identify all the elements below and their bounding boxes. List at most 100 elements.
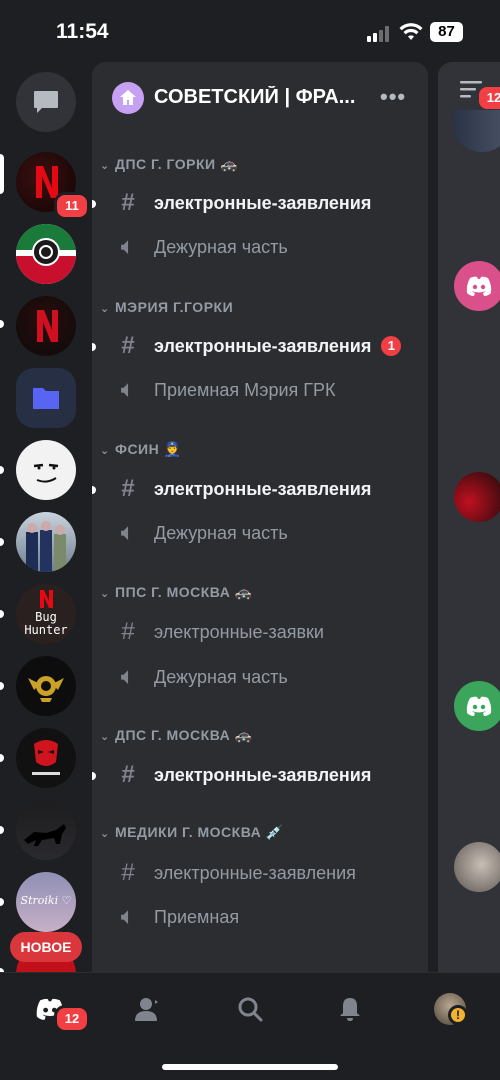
unread-indicator [0,754,4,762]
channel-name: электронные-заявления [154,764,372,785]
chevron-down-icon: ⌄ [100,303,110,315]
hash-icon: # [121,475,135,502]
unread-indicator [0,826,4,834]
server-name: СОВЕТСКИЙ | ФРА... [154,86,356,108]
channel-voice[interactable]: 🔈︎ Дежурная часть [112,657,422,697]
unread-indicator [92,772,96,780]
bell-icon [340,998,360,1021]
channel-name: электронные-заявления [154,192,372,213]
channel-name: электронные-заявления [154,335,372,356]
search-icon [238,997,263,1022]
cellular-signal-icon [367,26,391,42]
hash-icon: # [121,618,135,645]
category-header[interactable]: ⌄ ДПС Г. ГОРКИ 🚓 [100,156,238,173]
folder-icon [33,388,59,409]
category-title: МЭРИЯ Г.ГОРКИ [115,299,234,315]
channel-text[interactable]: # электронные-заявления [112,755,422,795]
category-header[interactable]: ⌄ МЭРИЯ Г.ГОРКИ [100,299,233,315]
channel-voice[interactable]: 🔈︎ Дежурная часть [112,227,422,267]
server-stroiki[interactable]: Stroiki ♡ [16,872,76,932]
unread-indicator [92,200,96,208]
unread-indicator [0,898,4,906]
home-indicator [162,1064,338,1070]
avatar [452,110,500,152]
channel-voice[interactable]: 🔈︎ Дежурная часть [112,513,422,553]
unread-indicator [0,610,4,618]
direct-messages-button[interactable] [16,72,76,132]
channel-name: электронные-заявки [154,621,324,642]
channel-name: Дежурная часть [154,236,288,257]
speaker-icon: 🔈︎ [120,519,136,546]
wifi-icon [399,23,423,40]
category-header[interactable]: ⌄ МЕДИКИ Г. МОСКВА 💉 [100,824,284,841]
tab-notifications[interactable] [330,989,370,1029]
red-mask-icon [32,740,60,775]
server-unread-badge: 11 [54,192,90,220]
category-title: ДПС Г. ГОРКИ 🚓 [115,156,238,172]
unread-indicator [0,466,4,474]
notification-badge: 12 [476,84,500,112]
server-red-mask[interactable] [16,728,76,788]
unread-indicator [92,343,96,351]
discord-logo-icon [466,696,492,716]
server-chechen-flag[interactable] [16,224,76,284]
notification-badge: 12 [54,1005,90,1033]
speaker-icon: 🔈︎ [120,376,136,403]
category-header[interactable]: ⌄ ФСИН 👮 [100,441,182,458]
avatar [454,842,500,892]
selected-server-pill [0,154,4,194]
server-wolf[interactable] [16,800,76,860]
server-gold-emblem[interactable] [16,656,76,716]
unread-indicator [0,320,4,328]
chat-peek[interactable]: 12 [438,62,500,972]
chevron-down-icon: ⌄ [100,731,110,743]
unread-indicator [92,486,96,494]
status-bar: 11:54 87 [0,0,500,62]
speaker-icon: 🔈︎ [120,663,136,690]
wolf-icon [24,824,66,846]
server-rail: 11 Bug Hunter Stroiki ♡ [0,62,92,972]
unread-indicator [0,682,4,690]
server-bug-hunter[interactable]: Bug Hunter [16,584,76,644]
stroiki-label: Stroiki ♡ [20,894,72,907]
officers-photo-icon [26,521,66,572]
channel-text[interactable]: # электронные-заявки [112,612,422,652]
mention-badge: 1 [381,336,402,356]
bug-hunter-label: Hunter [24,623,68,637]
channel-text[interactable]: # электронные-заявления [112,469,422,509]
channel-name: Дежурная часть [154,666,288,687]
server-face[interactable] [16,440,76,500]
avatar [454,472,500,522]
face-avatar-icon [33,463,59,483]
channel-text[interactable]: # электронные-заявления [112,183,422,223]
chevron-down-icon: ⌄ [100,588,110,600]
discord-logo-icon [466,276,492,296]
server-dark-n[interactable] [16,296,76,356]
channel-voice[interactable]: 🔈︎ Приемная Мэрия ГРК [112,370,422,410]
category-title: ФСИН 👮 [115,441,182,457]
channel-text[interactable]: # электронные-заявления 1 [112,326,422,366]
status-warning-icon: ! [448,1005,468,1025]
channel-name: Дежурная часть [154,522,288,543]
tab-friends[interactable] [128,989,168,1029]
server-officers[interactable] [16,512,76,572]
category-header[interactable]: ⌄ ППС Г. МОСКВА 🚓 [100,584,253,601]
server-header[interactable]: СОВЕТСКИЙ | ФРА... ••• [92,62,428,134]
more-options-icon[interactable]: ••• [380,84,406,110]
tab-search[interactable] [230,989,270,1029]
flag-emblem-icon [16,224,76,284]
server-folder[interactable] [16,368,76,428]
unread-indicator [0,538,4,546]
battery-indicator: 87 [430,22,463,42]
channel-text[interactable]: # электронные-заявления [112,853,422,893]
category-header[interactable]: ⌄ ДПС Г. МОСКВА 🚓 [100,727,253,744]
speaker-icon: 🔈︎ [120,903,136,930]
gold-emblem-icon [28,676,64,702]
status-time: 11:54 [56,20,109,43]
hash-icon: # [121,859,135,886]
category-title: ДПС Г. МОСКВА 🚓 [115,727,253,743]
category-title: ППС Г. МОСКВА 🚓 [115,584,253,600]
channel-voice[interactable]: 🔈︎ Приемная [112,897,422,937]
new-messages-pill[interactable]: НОВОЕ [10,932,82,962]
category-title: МЕДИКИ Г. МОСКВА 💉 [115,824,284,840]
